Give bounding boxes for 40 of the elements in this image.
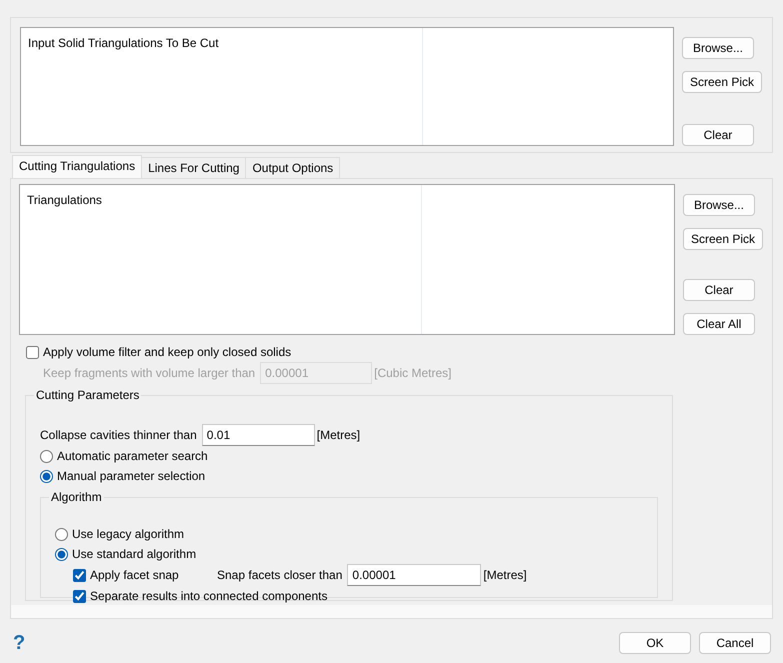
checkbox-label: Apply volume filter and keep only closed solids — [43, 344, 292, 361]
checkbox-label: Apply facet snap — [90, 567, 179, 584]
field-label: Keep fragments with volume larger than — [43, 365, 256, 382]
tab[interactable]: Cutting Triangulations — [12, 155, 142, 178]
group-title: Algorithm — [49, 490, 104, 504]
clear-button[interactable]: Clear — [682, 124, 754, 146]
radio-label: Use standard algorithm — [72, 546, 196, 563]
radio-button[interactable] — [40, 470, 53, 482]
help-icon[interactable]: ? — [13, 633, 26, 653]
snap-distance-field[interactable]: 0.00001 — [347, 564, 482, 586]
list-box[interactable]: Triangulations — [19, 184, 675, 335]
screen-pick-button[interactable]: Screen Pick — [682, 228, 763, 250]
checkbox[interactable] — [73, 568, 86, 582]
browse-button[interactable]: Browse... — [682, 194, 755, 216]
radio-button[interactable] — [55, 548, 68, 560]
clear-button[interactable]: Clear — [682, 279, 755, 301]
tab[interactable]: Output Options — [245, 157, 340, 178]
radio-label: Automatic parameter search — [57, 448, 208, 465]
screen-pick-button[interactable]: Screen Pick — [682, 71, 762, 93]
radio-label: Manual parameter selection — [57, 468, 206, 485]
checkbox[interactable] — [26, 346, 39, 358]
column-header: Input Solid Triangulations To Be Cut — [28, 36, 219, 50]
radio-button[interactable] — [55, 528, 68, 540]
field-label: Snap facets closer than — [217, 567, 342, 584]
group-title: Cutting Parameters — [34, 388, 142, 402]
browse-button[interactable]: Browse... — [682, 37, 754, 59]
cancel-button[interactable]: Cancel — [699, 632, 771, 654]
checkbox-label: Separate results into connected components — [90, 588, 328, 605]
unit-label: [Metres] — [483, 567, 527, 584]
list-box[interactable]: Input Solid Triangulations To Be Cut — [20, 27, 674, 146]
ok-button[interactable]: OK — [619, 632, 691, 654]
thickness-field[interactable]: 0.01 — [202, 424, 315, 446]
unit-label: [Cubic Metres] — [374, 365, 452, 382]
field-label: Collapse cavities thinner than — [40, 427, 197, 444]
clear-all-button[interactable]: Clear All — [682, 313, 755, 335]
checkbox[interactable] — [73, 590, 86, 602]
column-header: Triangulations — [27, 193, 102, 207]
unit-label: [Metres] — [316, 427, 360, 444]
radio-label: Use legacy algorithm — [72, 526, 184, 543]
radio-button[interactable] — [40, 450, 53, 462]
